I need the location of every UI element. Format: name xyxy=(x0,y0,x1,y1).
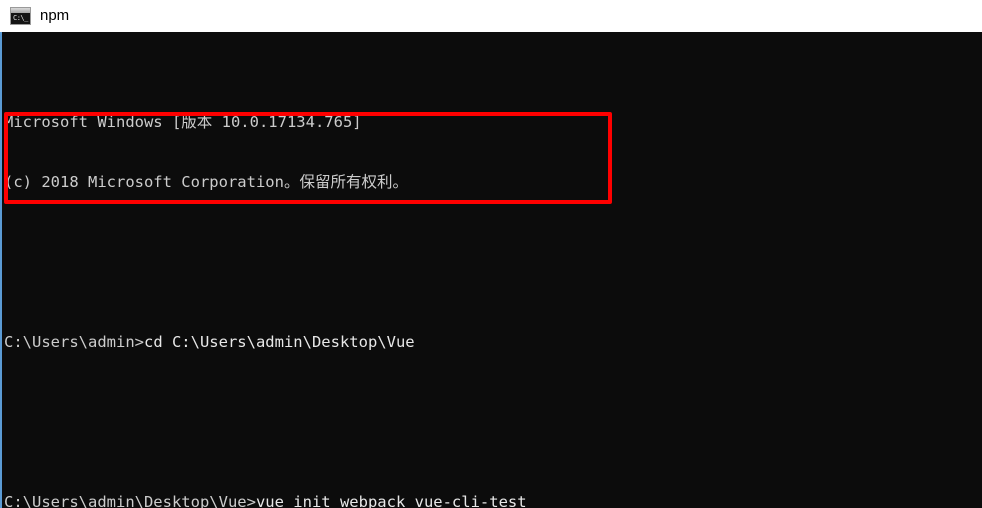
console-icon-titlestrip xyxy=(11,8,30,13)
shell-prompt: C:\Users\admin\Desktop\Vue> xyxy=(4,493,256,508)
console-window: C:\_ npm Microsoft Windows [版本 10.0.1713… xyxy=(0,0,982,508)
terminal-text: Microsoft Windows [版本 10.0.17134.765] (c… xyxy=(4,32,982,508)
window-title: npm xyxy=(40,7,70,24)
shell-prompt: C:\Users\admin> xyxy=(4,333,144,351)
banner-line: Microsoft Windows [版本 10.0.17134.765] xyxy=(4,113,362,131)
terminal-output-area[interactable]: Microsoft Windows [版本 10.0.17134.765] (c… xyxy=(0,32,982,508)
titlebar: C:\_ npm xyxy=(0,0,982,32)
banner-line: (c) 2018 Microsoft Corporation。保留所有权利。 xyxy=(4,173,408,191)
console-icon-prompt-text: C:\_ xyxy=(13,14,28,22)
command-line: C:\Users\admin>cd C:\Users\admin\Desktop… xyxy=(4,332,982,352)
command-text: vue init webpack vue-cli-test xyxy=(255,493,527,508)
command-text: cd C:\Users\admin\Desktop\Vue xyxy=(143,333,415,351)
command-line: C:\Users\admin\Desktop\Vue>vue init webp… xyxy=(4,492,982,508)
console-icon: C:\_ xyxy=(10,7,31,25)
